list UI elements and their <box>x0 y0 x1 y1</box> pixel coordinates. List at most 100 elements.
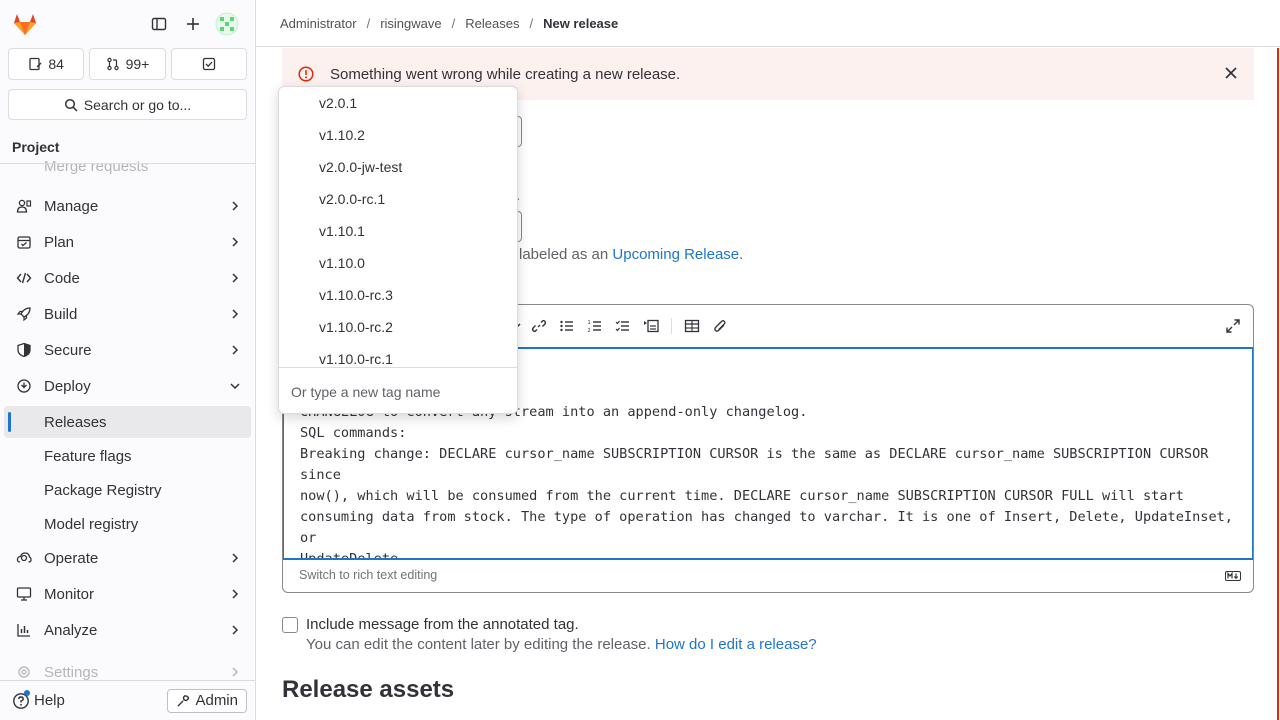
include-message-checkbox[interactable] <box>282 617 298 633</box>
sidebar-divider <box>0 163 255 164</box>
help-button[interactable]: Help <box>12 689 65 710</box>
sidebar-item-model-registry[interactable]: Model registry <box>4 508 251 540</box>
sidebar-item-releases[interactable]: Releases <box>4 406 251 438</box>
sidebar-nav: Merge requests Manage Plan Code Build Se… <box>0 150 255 680</box>
sidebar-item-label: Operate <box>44 549 99 567</box>
tag-option[interactable]: v1.10.0 <box>279 247 517 279</box>
hint-text: labeled as an <box>519 246 613 263</box>
counters: 84 99+ <box>0 48 255 80</box>
switch-rich-text-button[interactable]: Switch to rich text editing <box>299 568 437 582</box>
todo-icon <box>202 57 216 71</box>
tag-option[interactable]: v1.10.0-rc.3 <box>279 279 517 311</box>
sidebar-item-label: Settings <box>44 663 99 681</box>
cloud-gear-icon <box>16 550 32 566</box>
error-edge-indicator <box>1277 48 1279 720</box>
chevron-right-icon <box>229 624 241 636</box>
tag-option[interactable]: v1.10.2 <box>279 119 517 151</box>
sidebar-item-label: Model registry <box>44 515 139 533</box>
tag-option[interactable]: v2.0.0-rc.1 <box>279 183 517 215</box>
breadcrumb-separator: / <box>529 15 534 31</box>
sidebar-item-settings[interactable]: Settings <box>8 656 251 680</box>
admin-label: Admin <box>195 692 238 709</box>
sidebar-footer: Help Admin <box>0 680 255 720</box>
todos-counter[interactable] <box>170 48 247 80</box>
sidebar-toggle-icon[interactable] <box>143 8 175 40</box>
sidebar-item-analyze[interactable]: Analyze <box>8 614 251 646</box>
chevron-right-icon <box>229 272 241 284</box>
sidebar-item-code[interactable]: Code <box>8 262 251 294</box>
chevron-right-icon <box>229 200 241 212</box>
numbered-list-icon[interactable]: 12 <box>587 318 603 334</box>
attach-file-icon[interactable] <box>712 318 728 334</box>
sidebar-item-operate[interactable]: Operate <box>8 542 251 574</box>
breadcrumb-item[interactable]: Releases <box>465 16 519 31</box>
chevron-right-icon <box>229 308 241 320</box>
sidebar: 84 99+ Search or go to... Merge requests… <box>0 0 256 720</box>
code-icon <box>16 270 32 286</box>
sidebar-item-secure[interactable]: Secure <box>8 334 251 366</box>
sidebar-item-build[interactable]: Build <box>8 298 251 330</box>
sidebar-item-manage[interactable]: Manage <box>8 190 251 222</box>
breadcrumb-item[interactable]: Administrator <box>280 16 357 31</box>
admin-button[interactable]: Admin <box>167 688 247 713</box>
tag-option[interactable]: v2.0.1 <box>279 87 517 119</box>
settings-icon <box>16 664 32 680</box>
edit-release-help-link[interactable]: How do I edit a release? <box>655 636 817 653</box>
merge-requests-counter[interactable]: 99+ <box>89 48 166 80</box>
sidebar-item-package-registry[interactable]: Package Registry <box>4 474 251 506</box>
sidebar-item-monitor[interactable]: Monitor <box>8 578 251 610</box>
merge-request-icon <box>106 57 120 71</box>
task-list-icon[interactable] <box>615 318 631 334</box>
chevron-right-icon <box>229 588 241 600</box>
bullet-list-icon[interactable] <box>559 318 575 334</box>
tag-dropdown-list: v2.0.1 v1.10.2 v2.0.0-jw-test v2.0.0-rc.1 v1… <box>279 87 517 367</box>
breadcrumb: Administrator / risingwave / Releases / … <box>256 0 1280 47</box>
sidebar-item-label: Deploy <box>44 377 91 395</box>
sidebar-section-label: Project <box>12 139 60 155</box>
chart-icon <box>16 622 32 638</box>
sidebar-item-label: Monitor <box>44 585 95 603</box>
sidebar-item-label: Code <box>44 269 80 287</box>
sidebar-item-label: Package Registry <box>44 481 162 499</box>
monitor-icon <box>16 586 32 602</box>
new-tag-input[interactable]: Or type a new tag name <box>279 367 517 413</box>
include-message-help: You can edit the content later by editin… <box>306 636 817 653</box>
rocket-icon <box>16 306 32 322</box>
tag-option[interactable]: v2.0.0-jw-test <box>279 151 517 183</box>
tag-option[interactable]: v1.10.0-rc.2 <box>279 311 517 343</box>
plus-icon[interactable] <box>177 8 209 40</box>
release-date-hint: labeled as an Upcoming Release. <box>519 246 743 263</box>
tag-option[interactable]: v1.10.0-rc.1 <box>279 343 517 367</box>
tag-dropdown: v2.0.1 v1.10.2 v2.0.0-jw-test v2.0.0-rc.1 v1… <box>278 86 518 414</box>
chevron-down-icon <box>229 380 241 392</box>
notification-dot <box>24 689 30 696</box>
search-label: Search or go to... <box>83 96 192 113</box>
close-icon[interactable] <box>1224 66 1238 80</box>
avatar[interactable] <box>211 8 243 40</box>
gitlab-logo-icon[interactable] <box>12 11 38 37</box>
search-button[interactable]: Search or go to... <box>8 89 247 120</box>
chevron-right-icon <box>229 344 241 356</box>
link-icon[interactable] <box>531 318 547 334</box>
issues-icon <box>28 57 42 71</box>
collapsible-section-icon[interactable] <box>643 318 659 334</box>
fullscreen-icon[interactable] <box>1225 318 1241 334</box>
table-icon[interactable] <box>684 318 700 334</box>
markdown-icon <box>1225 570 1241 582</box>
sidebar-item-label: Secure <box>44 341 92 359</box>
sidebar-item-plan[interactable]: Plan <box>8 226 251 258</box>
tag-option[interactable]: v1.10.1 <box>279 215 517 247</box>
upcoming-release-link[interactable]: Upcoming Release <box>612 246 739 263</box>
issues-counter[interactable]: 84 <box>8 48 85 80</box>
sidebar-item-label: Feature flags <box>44 447 132 465</box>
toolbar-divider <box>671 318 672 334</box>
hint-suffix: . <box>739 246 744 263</box>
users-icon <box>16 198 32 214</box>
breadcrumb-item[interactable]: risingwave <box>380 16 441 31</box>
merge-requests-count: 99+ <box>125 56 150 72</box>
svg-text:2: 2 <box>588 328 591 334</box>
sidebar-item-deploy[interactable]: Deploy <box>8 370 251 402</box>
include-message-row: Include message from the annotated tag. <box>282 616 579 633</box>
sidebar-item-feature-flags[interactable]: Feature flags <box>4 440 251 472</box>
error-icon <box>298 66 314 82</box>
